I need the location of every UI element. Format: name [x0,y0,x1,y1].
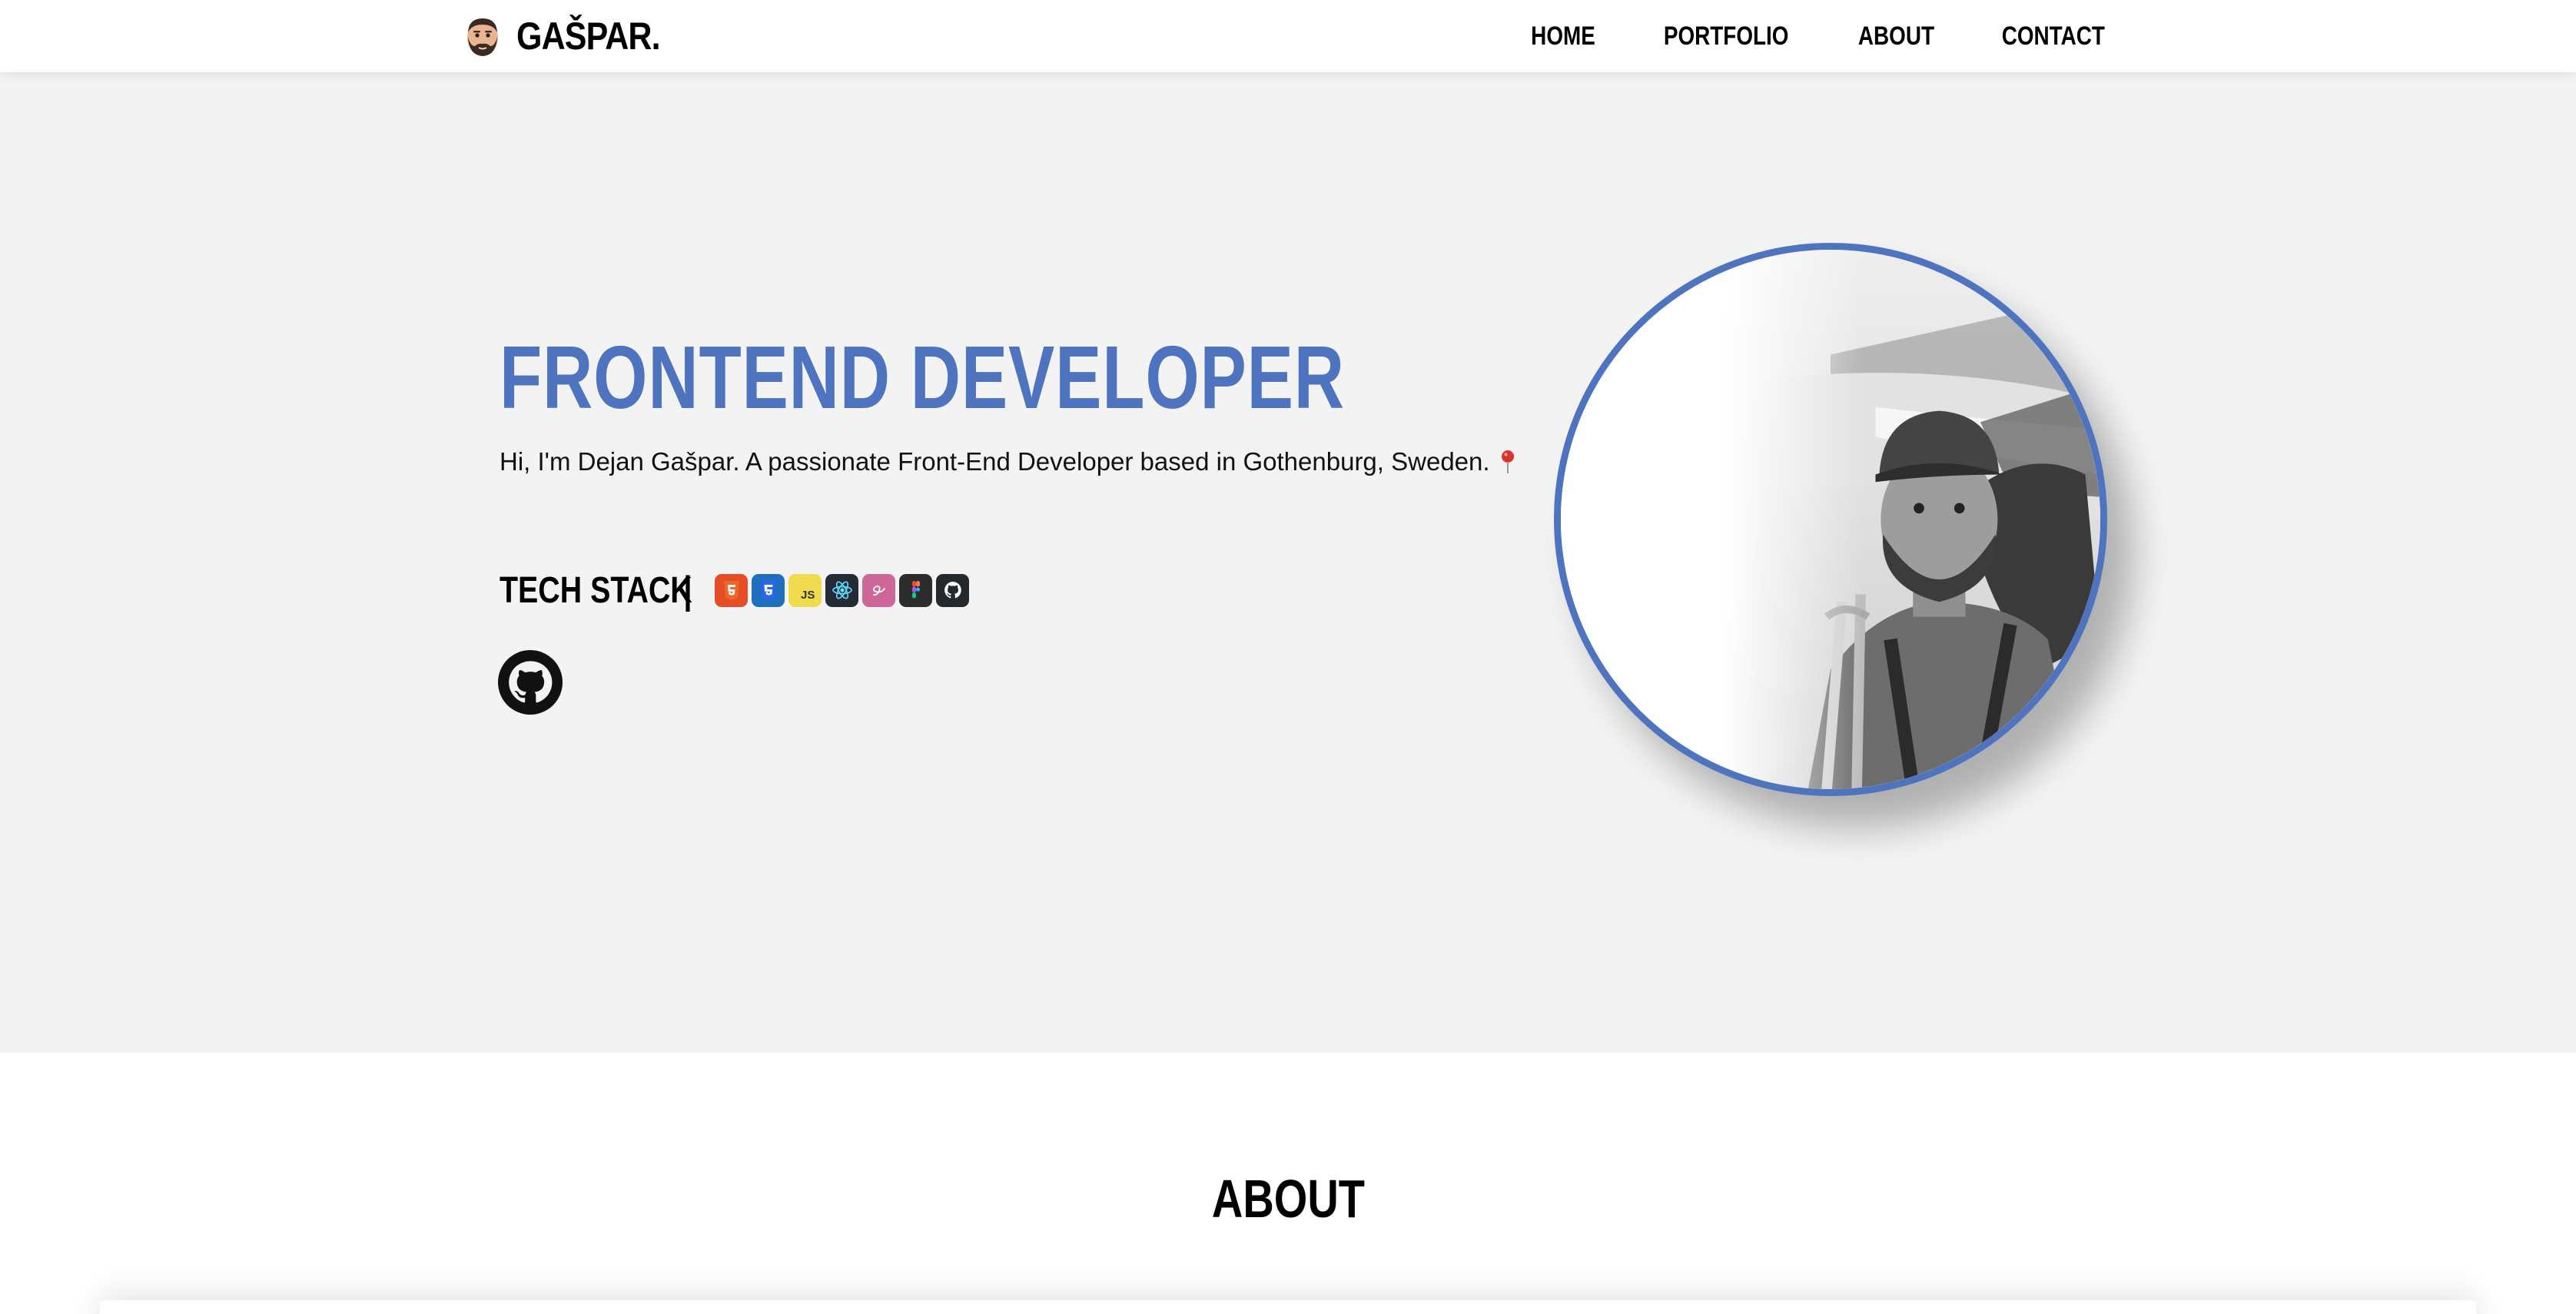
hero-section: FRONTEND DEVELOPER Hi, I'm Dejan Gašpar.… [0,72,2576,1053]
hero-title: FRONTEND DEVELOPER [500,327,1345,427]
location-pin-icon [1498,449,1518,475]
svg-text:JS: JS [801,589,815,602]
html5-icon [715,573,748,607]
javascript-icon: JS [788,573,822,607]
nav-about-link[interactable]: ABOUT [1858,22,1934,51]
nav-home-link[interactable]: HOME [1531,22,1595,51]
github-profile-link[interactable] [498,650,563,715]
css3-icon [752,573,785,607]
about-title: ABOUT [0,1168,2576,1229]
hero-intro-text: Hi, I'm Dejan Gašpar. A passionate Front… [500,447,1490,476]
nav-contact-link[interactable]: CONTACT [2002,22,2105,51]
main-nav: HOME PORTFOLIO ABOUT CONTACT [1524,11,2116,61]
figma-icon [899,573,932,607]
portrait-photo [1554,243,2107,796]
brand-name: GAŠPAR. [516,15,661,58]
tech-stack: TECH STACK | JS [500,569,969,612]
tech-stack-icons: JS [715,573,969,607]
tech-stack-separator: | [683,569,692,612]
brand-home-link[interactable]: GAŠPAR. [464,11,683,61]
navbar: GAŠPAR. HOME PORTFOLIO ABOUT CONTACT [0,0,2576,72]
nav-portfolio-link[interactable]: PORTFOLIO [1664,22,1789,51]
about-title-text: ABOUT [1211,1169,1365,1229]
tech-stack-label: TECH STACK [500,569,692,611]
hero-intro: Hi, I'm Dejan Gašpar. A passionate Front… [500,447,1518,476]
github-icon [498,650,563,715]
react-icon [825,573,858,607]
bearded-man-emoji-icon [464,15,501,57]
about-card [100,1300,2476,1314]
sass-icon [862,573,895,607]
about-section: ABOUT [0,1053,2576,1314]
github-icon [936,573,969,607]
